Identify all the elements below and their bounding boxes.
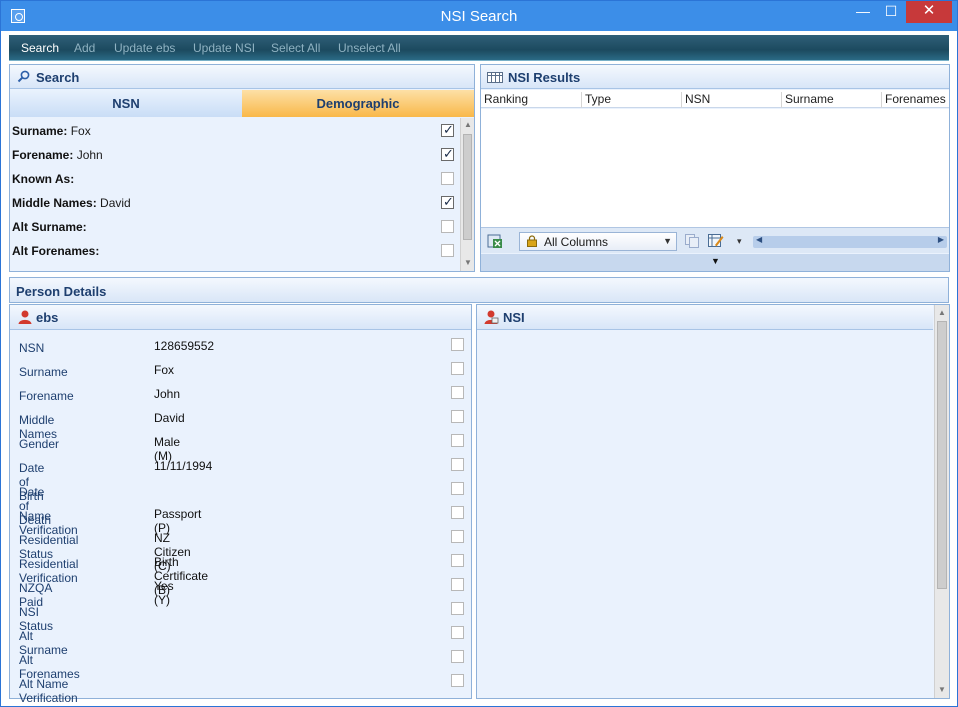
results-panel-title: NSI Results	[508, 70, 581, 85]
column-nsn[interactable]: NSN	[681, 92, 710, 108]
ebs-panel: ebs NSN 128659552 Surname Fox Forename John…	[9, 304, 472, 705]
surname-checkbox[interactable]	[441, 122, 454, 138]
copy-columns-icon[interactable]	[685, 234, 700, 248]
search-field-alt-surname: Alt Surname:	[12, 220, 87, 234]
column-filter-value: All Columns	[544, 235, 609, 249]
nsi-panel: NSI ▲ ▼	[476, 304, 950, 699]
update-nsi-button[interactable]: Update NSI	[193, 41, 255, 55]
search-icon	[17, 70, 30, 83]
results-panel-header: NSI Results	[481, 65, 949, 89]
scroll-up-icon[interactable]: ▲	[464, 120, 472, 129]
overflow-chevron-icon[interactable]: ▾	[737, 236, 742, 247]
search-field-alt-forenames: Alt Forenames:	[12, 244, 100, 258]
search-field-middle-names: Middle Names: David	[12, 196, 131, 210]
tab-demographic[interactable]: Demographic	[242, 90, 474, 117]
scrollbar-thumb[interactable]	[463, 134, 472, 240]
ebs-residential-verification-checkbox[interactable]	[451, 554, 464, 567]
search-scrollbar[interactable]: ▲ ▼	[460, 118, 474, 271]
nsi-search-window: NSI Search — ☐ ✕ Search Add Update ebs U…	[0, 0, 958, 707]
add-button[interactable]: Add	[74, 41, 95, 55]
results-grid-header: Ranking Type NSN Surname Forenames	[481, 90, 949, 108]
results-grid-body[interactable]	[481, 109, 949, 227]
ebs-name-verification-checkbox[interactable]	[451, 506, 464, 519]
nsi-panel-title: NSI	[503, 310, 525, 325]
select-all-button[interactable]: Select All	[271, 41, 320, 55]
window-title: NSI Search	[440, 8, 518, 25]
maximize-button[interactable]: ☐	[877, 1, 905, 23]
ebs-alt-name-verification-checkbox[interactable]	[451, 674, 464, 687]
edit-grid-icon[interactable]	[708, 233, 724, 248]
title-bar[interactable]: NSI Search — ☐ ✕	[1, 1, 957, 31]
tab-nsn[interactable]: NSN	[10, 90, 242, 117]
nsi-panel-header: NSI	[477, 305, 933, 330]
ebs-nsn-checkbox[interactable]	[451, 338, 464, 351]
nsi-scroll-up-icon[interactable]: ▲	[938, 308, 946, 317]
column-type[interactable]: Type	[581, 92, 611, 108]
ebs-date-of-birth-checkbox[interactable]	[451, 458, 464, 471]
nsi-scrollbar[interactable]: ▲ ▼	[934, 305, 949, 698]
user-lock-icon	[484, 310, 499, 324]
search-panel: Search NSN Demographic Surname: Fox Fore…	[9, 64, 475, 272]
user-icon	[18, 310, 32, 324]
scroll-right-icon[interactable]: ▶	[938, 235, 944, 244]
chevron-down-icon: ▼	[663, 236, 672, 246]
column-filter-dropdown[interactable]: All Columns ▼	[519, 232, 677, 251]
column-ranking[interactable]: Ranking	[481, 92, 528, 108]
grid-icon	[487, 72, 503, 83]
search-field-forename: Forename: John	[12, 148, 103, 162]
person-details-title: Person Details	[16, 284, 107, 299]
ebs-residential-status-checkbox[interactable]	[451, 530, 464, 543]
person-details-header: Person Details	[9, 277, 949, 303]
minimize-button[interactable]: —	[849, 1, 877, 23]
ebs-forename-checkbox[interactable]	[451, 386, 464, 399]
close-button[interactable]: ✕	[906, 1, 952, 23]
search-tabs: NSN Demographic	[10, 90, 474, 117]
ebs-gender-checkbox[interactable]	[451, 434, 464, 447]
column-forenames[interactable]: Forenames	[881, 92, 946, 108]
ebs-panel-title: ebs	[36, 310, 59, 325]
search-button[interactable]: Search	[21, 41, 59, 55]
nsi-scrollbar-thumb[interactable]	[937, 321, 947, 589]
search-panel-title: Search	[36, 70, 80, 85]
search-field-known-as: Known As:	[12, 172, 75, 186]
nsi-scroll-down-icon[interactable]: ▼	[938, 685, 946, 694]
results-grid-footer: All Columns ▼ ▾ ◀ ▶	[481, 227, 949, 253]
search-field-surname: Surname: Fox	[12, 124, 91, 138]
ebs-alt-forenames-checkbox[interactable]	[451, 650, 464, 663]
ebs-surname-checkbox[interactable]	[451, 362, 464, 375]
ebs-middle-names-checkbox[interactable]	[451, 410, 464, 423]
alt-forenames-checkbox[interactable]	[441, 244, 454, 257]
nsi-results-panel: NSI Results Ranking Type NSN Surname For…	[480, 64, 950, 272]
alt-surname-checkbox[interactable]	[441, 220, 454, 233]
results-horizontal-scrollbar[interactable]: ◀ ▶	[753, 235, 947, 248]
ebs-panel-header: ebs	[10, 305, 471, 330]
expand-down-icon[interactable]: ▼	[711, 256, 720, 266]
scroll-down-icon[interactable]: ▼	[464, 258, 472, 267]
known-as-checkbox[interactable]	[441, 172, 454, 185]
ebs-date-of-death-checkbox[interactable]	[451, 482, 464, 495]
ebs-nzqa-paid-checkbox[interactable]	[451, 578, 464, 591]
export-excel-icon[interactable]	[487, 233, 503, 249]
ebs-nsi-status-checkbox[interactable]	[451, 602, 464, 615]
scroll-left-icon[interactable]: ◀	[756, 235, 762, 244]
search-panel-header: Search	[10, 65, 474, 89]
unselect-all-button[interactable]: Unselect All	[338, 41, 401, 55]
middle-names-checkbox[interactable]	[441, 194, 454, 210]
column-surname[interactable]: Surname	[781, 92, 834, 108]
toolbar: Search Add Update ebs Update NSI Select …	[9, 35, 949, 61]
ebs-alt-surname-checkbox[interactable]	[451, 626, 464, 639]
update-ebs-button[interactable]: Update ebs	[114, 41, 175, 55]
lock-icon	[527, 235, 537, 247]
results-collapse-bar[interactable]: ▼	[481, 254, 949, 271]
forename-checkbox[interactable]	[441, 146, 454, 162]
